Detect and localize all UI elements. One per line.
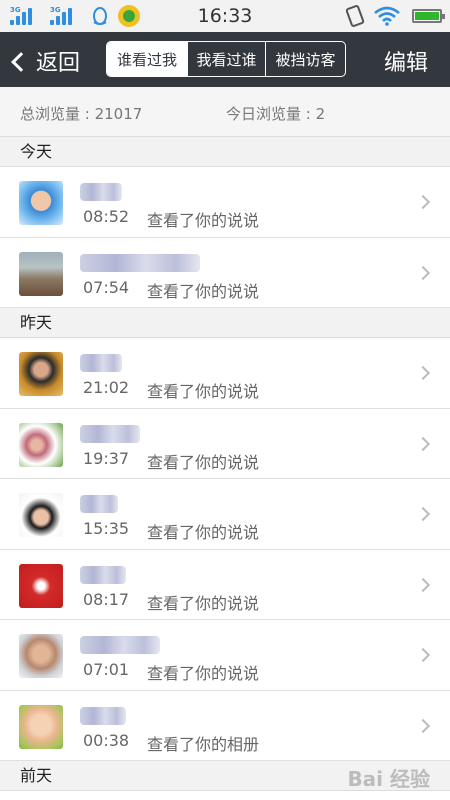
list-item[interactable]: 07:54 查看了你的说说 [0,237,450,308]
visit-time: 07:01 [83,660,130,679]
visit-time: 21:02 [83,378,130,397]
visitor-tabs: 谁看过我 我看过谁 被挡访客 [106,41,346,77]
chevron-left-icon [11,52,31,72]
back-label: 返回 [36,51,81,76]
tab-who-i-viewed[interactable]: 我看过谁 [187,42,265,76]
visit-action: 查看了你的说说 [147,593,260,613]
visit-action: 查看了你的说说 [147,211,260,230]
visit-time: 08:52 [83,207,130,226]
visit-stats: 总浏览量 : 21017 今日浏览量 : 2 [0,87,450,137]
avatar [19,493,63,537]
watermark: Bai 经验 [347,767,430,791]
avatar [19,352,63,396]
avatar [19,634,63,678]
status-bar: 3G 3G 16:33 [0,0,450,32]
visit-action: 查看了你的说说 [147,452,260,472]
list-item[interactable]: 00:38 查看了你的相册 [0,690,450,761]
chevron-right-icon [415,506,431,522]
avatar [19,422,63,467]
list-item[interactable]: 21:02 查看了你的说说 [0,338,450,409]
visitor-name [80,636,160,654]
section-header-yesterday: 昨天 [0,308,450,338]
visit-action: 查看了你的说说 [147,664,260,683]
battery-icon [412,9,445,23]
avatar [19,704,63,749]
visitor-list: 今天 08:52 查看了你的说说 07:54 查看了你的说说 昨天 21:02 … [0,137,450,791]
visit-action: 查看了你的说说 [147,523,260,542]
list-item[interactable]: 15:35 查看了你的说说 [0,479,450,550]
list-item[interactable]: 07:01 查看了你的说说 [0,620,450,691]
avatar [19,251,63,296]
visit-time: 08:17 [83,589,130,609]
visit-action: 查看了你的说说 [147,281,260,301]
visitor-name [80,253,200,272]
back-button[interactable]: 返回 [11,45,81,77]
chevron-right-icon [415,577,431,592]
avatar [19,563,63,608]
visitor-name [80,354,122,372]
chevron-right-icon [415,436,431,451]
visitor-name [80,565,126,584]
visit-time: 07:54 [83,277,130,297]
today-views: 今日浏览量 : 2 [226,105,326,123]
chevron-right-icon [415,718,431,733]
list-item[interactable]: 19:37 查看了你的说说 [0,408,450,479]
wifi-icon [374,6,400,26]
avatar [19,181,63,225]
tab-who-viewed-me[interactable]: 谁看过我 [107,42,187,76]
total-views: 总浏览量 : 21017 [20,105,143,123]
visitor-name [80,424,140,443]
chevron-right-icon [415,265,431,280]
visitor-name [80,706,126,725]
visit-time: 00:38 [83,730,130,750]
chevron-right-icon [415,194,431,210]
visit-action: 查看了你的相册 [147,734,260,754]
visit-time: 15:35 [83,519,130,538]
chevron-right-icon [415,647,431,663]
section-header-today: 今天 [0,137,450,167]
visit-time: 19:37 [83,448,130,468]
list-item[interactable]: 08:52 查看了你的说说 [0,167,450,238]
edit-button[interactable]: 编辑 [384,45,428,77]
chevron-right-icon [415,365,431,381]
visitor-name [80,495,118,513]
list-item[interactable]: 08:17 查看了你的说说 [0,549,450,620]
visitor-name [80,183,122,201]
nav-bar: 返回 谁看过我 我看过谁 被挡访客 编辑 [0,32,450,87]
tab-blocked-visitors[interactable]: 被挡访客 [265,42,345,76]
vibrate-icon [345,4,365,28]
visit-action: 查看了你的说说 [147,382,260,401]
